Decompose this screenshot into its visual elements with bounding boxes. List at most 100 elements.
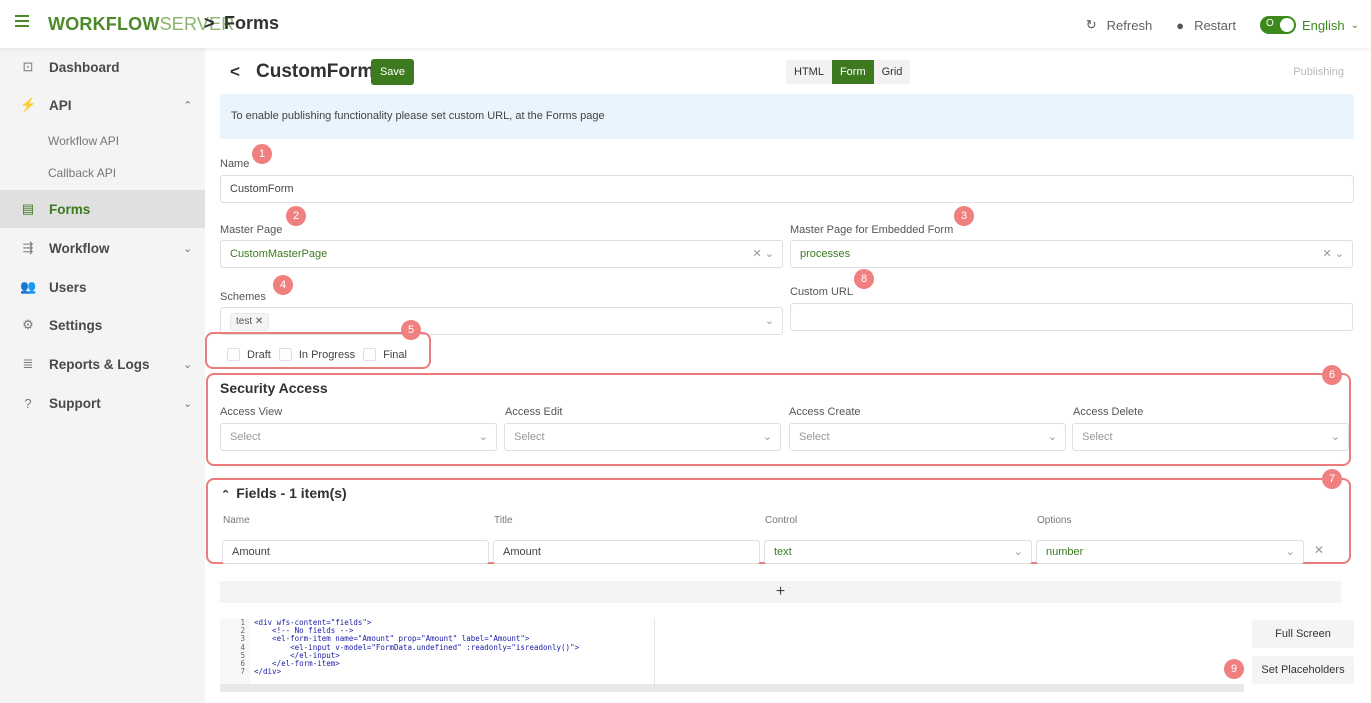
back-button[interactable]: <: [230, 62, 240, 82]
field-title-input[interactable]: Amount: [493, 540, 760, 564]
in-progress-checkbox[interactable]: [278, 348, 292, 361]
form-icon: ▤: [21, 201, 35, 216]
column-header-control: Control: [765, 515, 798, 526]
breadcrumb-separator: >: [204, 13, 215, 33]
access-delete-label: Access Delete: [1073, 406, 1144, 418]
code-editor[interactable]: 1 2 3 4 5 6 7 <div wfs-content="fields">…: [220, 618, 1244, 692]
chevron-down-icon: ⌄: [183, 397, 193, 410]
info-banner: To enable publishing functionality pleas…: [220, 94, 1354, 139]
draft-checkbox[interactable]: [227, 348, 240, 361]
tab-form[interactable]: Form: [831, 60, 874, 84]
field-name-input[interactable]: Amount: [222, 540, 489, 564]
sidebar-item-forms[interactable]: ▤ Forms: [0, 190, 205, 228]
chevron-up-icon: ⌃: [221, 489, 231, 501]
chevron-down-icon: ⌄: [478, 431, 488, 443]
annotation-badge: 2: [286, 206, 306, 226]
chevron-down-icon: ⌄: [1285, 546, 1295, 558]
editor-divider: [654, 619, 655, 691]
reports-icon: ≣: [22, 356, 34, 371]
clear-icon[interactable]: ✕: [1323, 248, 1332, 260]
custom-url-input[interactable]: [790, 303, 1353, 331]
annotation-badge: 5: [401, 320, 421, 340]
restart-button[interactable]: ● Restart: [1176, 18, 1236, 33]
clear-icon[interactable]: ✕: [753, 248, 762, 260]
final-checkbox[interactable]: [363, 348, 377, 361]
active-line: [220, 684, 1244, 692]
access-edit-select[interactable]: Select ⌄: [504, 423, 781, 451]
scheme-tag: test ✕: [230, 313, 270, 331]
language-select[interactable]: English: [1302, 18, 1345, 33]
schemes-label: Schemes: [220, 291, 266, 303]
sidebar: ⊡ Dashboard ⚡ API ⌃ Workflow API Callbac…: [0, 48, 205, 703]
field-options-select[interactable]: number ⌄: [1036, 540, 1304, 564]
sidebar-item-reports[interactable]: ≣ Reports & Logs ⌄: [0, 345, 205, 383]
help-icon: ?: [24, 395, 32, 411]
access-view-label: Access View: [220, 406, 283, 418]
sidebar-item-callback-api[interactable]: Callback API: [48, 166, 116, 180]
sidebar-item-dashboard[interactable]: ⊡ Dashboard: [0, 48, 205, 86]
annotation-badge: 4: [273, 275, 293, 295]
dashboard-icon: ⊡: [22, 59, 34, 74]
header-actions: ↻ Refresh ● Restart O English ⌄: [1062, 16, 1359, 34]
toggle-switch[interactable]: O: [1259, 16, 1296, 34]
sidebar-item-workflow[interactable]: ⇶ Workflow ⌄: [0, 229, 205, 267]
restart-icon: ●: [1176, 17, 1185, 33]
close-icon[interactable]: ✕: [255, 316, 263, 327]
chevron-down-icon: ⌄: [764, 315, 774, 327]
access-view-select[interactable]: Select ⌄: [220, 423, 497, 451]
embedded-master-page-select[interactable]: processes ✕ ⌄: [790, 240, 1353, 268]
master-page-label: Master Page: [220, 224, 283, 236]
chevron-down-icon: ⌄: [1047, 431, 1057, 443]
chevron-down-icon: ⌄: [1330, 431, 1340, 443]
view-switcher: HTML Form Grid: [786, 60, 911, 84]
chevron-down-icon: ⌄: [764, 248, 774, 260]
full-screen-button[interactable]: Full Screen: [1252, 620, 1354, 648]
annotation-badge: 6: [1322, 365, 1342, 385]
column-header-options: Options: [1037, 515, 1072, 526]
sidebar-item-users[interactable]: 👥 Users: [0, 268, 205, 306]
status-filters: Draft In Progress Final: [227, 348, 415, 361]
hamburger-menu-icon[interactable]: [15, 15, 29, 29]
code-content[interactable]: <div wfs-content="fields"> <!-- No field…: [254, 618, 579, 676]
sidebar-item-workflow-api[interactable]: Workflow API: [48, 134, 119, 148]
access-create-label: Access Create: [789, 406, 861, 418]
sidebar-item-api[interactable]: ⚡ API ⌃: [0, 86, 205, 124]
chevron-up-icon: ⌃: [183, 99, 193, 112]
annotation-badge: 7: [1322, 469, 1342, 489]
users-icon: 👥: [20, 279, 37, 294]
page-title: Forms: [224, 13, 280, 33]
fields-title[interactable]: ⌃ Fields - 1 item(s): [221, 485, 347, 501]
security-access-title: Security Access: [220, 380, 328, 396]
save-button[interactable]: Save: [371, 59, 414, 85]
sidebar-item-settings[interactable]: ⚙ Settings: [0, 306, 205, 344]
access-delete-select[interactable]: Select ⌄: [1072, 423, 1349, 451]
add-field-button[interactable]: +: [220, 581, 1341, 603]
sidebar-item-support[interactable]: ? Support ⌄: [0, 384, 205, 422]
tab-html[interactable]: HTML: [786, 60, 832, 84]
line-numbers: 1 2 3 4 5 6 7: [220, 618, 250, 691]
publishing-button[interactable]: Publishing: [1293, 66, 1344, 78]
chevron-down-icon: ⌄: [183, 358, 193, 371]
tab-grid[interactable]: Grid: [873, 60, 911, 84]
set-placeholders-button[interactable]: Set Placeholders: [1252, 656, 1354, 684]
access-create-select[interactable]: Select ⌄: [789, 423, 1066, 451]
custom-url-label: Custom URL: [790, 286, 853, 298]
plug-icon: ⚡: [20, 97, 37, 112]
chevron-down-icon: ⌄: [1013, 546, 1023, 558]
refresh-icon: ↻: [1085, 17, 1097, 32]
column-header-name: Name: [223, 515, 250, 526]
master-page-select[interactable]: CustomMasterPage ✕ ⌄: [220, 240, 783, 268]
column-header-title: Title: [494, 515, 513, 526]
schemes-select[interactable]: test ✕ ⌄: [220, 307, 783, 335]
access-edit-label: Access Edit: [505, 406, 563, 418]
remove-field-icon[interactable]: ✕: [1314, 543, 1324, 557]
highlight-box: [206, 373, 1351, 466]
name-input[interactable]: CustomForm: [220, 175, 1354, 203]
chevron-down-icon: ⌄: [1334, 248, 1344, 260]
annotation-badge: 8: [854, 269, 874, 289]
form-title: CustomForm: [256, 61, 375, 82]
annotation-badge: 3: [954, 206, 974, 226]
theme-toggle[interactable]: O English ⌄: [1259, 16, 1359, 34]
field-control-select[interactable]: text ⌄: [764, 540, 1032, 564]
refresh-button[interactable]: ↻ Refresh: [1086, 17, 1152, 33]
